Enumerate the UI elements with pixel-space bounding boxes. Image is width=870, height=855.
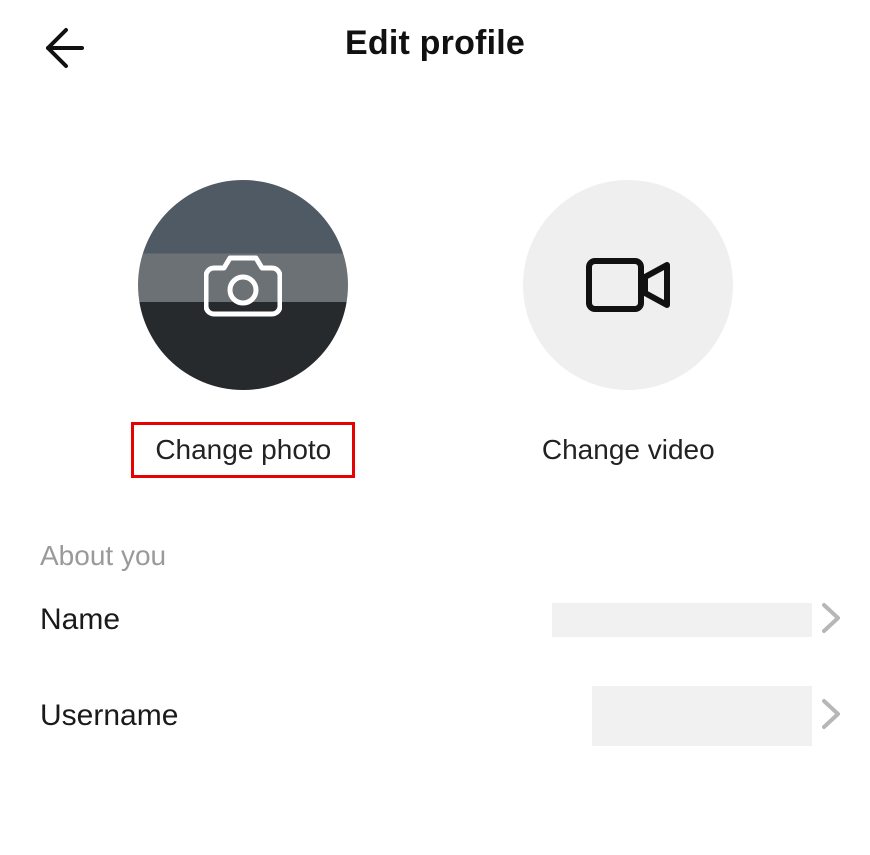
username-value-redacted — [592, 686, 812, 746]
chevron-right-icon — [820, 601, 842, 640]
media-row: Change photo Change video — [0, 180, 870, 478]
change-video-column: Change video — [518, 180, 739, 478]
camera-icon — [204, 250, 282, 320]
profile-photo-circle[interactable] — [138, 180, 348, 390]
username-label: Username — [40, 699, 178, 733]
chevron-right-icon — [820, 697, 842, 736]
video-icon — [585, 255, 671, 315]
change-photo-column: Change photo — [131, 180, 355, 478]
username-row-right — [592, 686, 842, 746]
profile-video-circle[interactable] — [523, 180, 733, 390]
username-row[interactable]: Username — [0, 668, 870, 764]
change-video-button[interactable]: Change video — [518, 422, 739, 478]
about-you-heading: About you — [40, 540, 870, 572]
name-label: Name — [40, 603, 120, 637]
page-title: Edit profile — [0, 24, 870, 63]
edit-profile-screen: Edit profile Change photo Change video — [0, 0, 870, 855]
name-row-right — [552, 601, 842, 640]
name-value-redacted — [552, 603, 812, 637]
change-photo-button[interactable]: Change photo — [131, 422, 355, 478]
name-row[interactable]: Name — [0, 572, 870, 668]
header-bar: Edit profile — [0, 0, 870, 88]
